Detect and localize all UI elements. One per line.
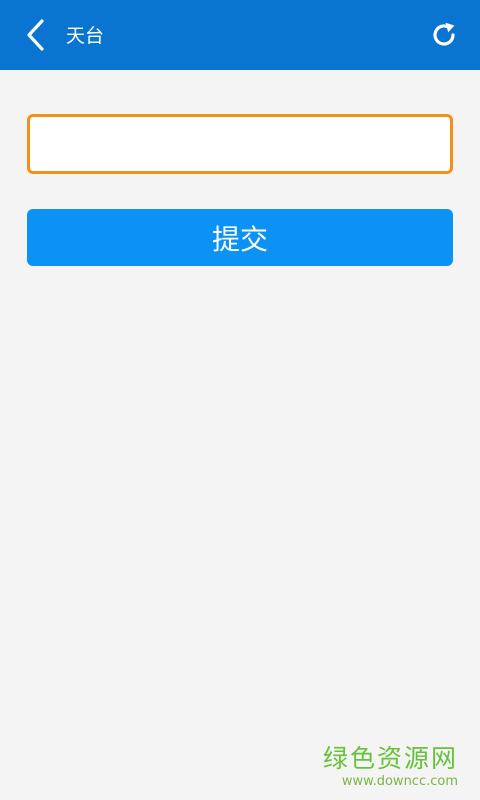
site-watermark: 绿色资源网 www.downcc.com	[323, 744, 458, 790]
page-title: 天台	[66, 25, 105, 47]
submit-button[interactable]: 提交	[27, 209, 453, 266]
watermark-site-url: www.downcc.com	[341, 774, 458, 789]
text-input[interactable]	[30, 117, 450, 171]
refresh-button[interactable]	[426, 16, 462, 54]
text-input-container	[27, 114, 453, 174]
top-app-bar: 天台	[0, 0, 480, 70]
back-button[interactable]	[18, 14, 52, 56]
chevron-left-icon	[27, 19, 44, 51]
watermark-site-name: 绿色资源网	[322, 744, 458, 773]
refresh-icon	[433, 22, 455, 46]
